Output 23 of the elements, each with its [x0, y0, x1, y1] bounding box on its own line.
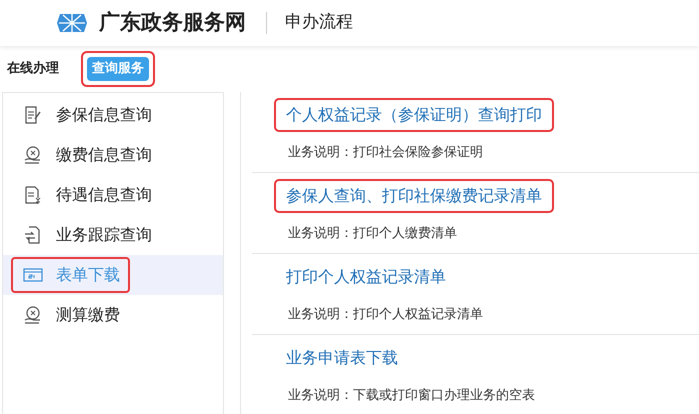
service-description: 业务说明：下载或打印窗口办理业务的空表 — [288, 387, 536, 405]
service-link[interactable]: 业务申请表下载 — [274, 341, 410, 375]
service-description: 业务说明：打印个人缴费清单 — [288, 225, 458, 243]
document-icon — [23, 105, 43, 125]
sidebar-item[interactable]: 待遇信息查询 — [3, 175, 223, 215]
sidebar-item[interactable]: 业务跟踪查询 — [3, 215, 223, 255]
section-label: 在线办理 — [7, 60, 59, 78]
document-icon — [23, 185, 43, 205]
sidebar-item[interactable]: 表单下载 — [3, 255, 223, 295]
logo-icon — [57, 12, 87, 34]
coin-hand-icon — [23, 305, 43, 325]
sidebar-item[interactable]: 测算缴费 — [3, 295, 223, 335]
page-title: 申办流程 — [285, 11, 353, 34]
service-link[interactable]: 个人权益记录（参保证明）查询打印 — [274, 98, 554, 132]
site-name: 广东政务服务网 — [99, 9, 246, 36]
service-link[interactable]: 打印个人权益记录清单 — [274, 260, 458, 294]
category-tag[interactable]: 查询服务 — [87, 57, 149, 81]
service-link[interactable]: 参保人查询、打印社保缴费记录清单 — [274, 179, 554, 213]
service-description: 业务说明：打印社会保险参保证明 — [288, 144, 484, 162]
sidebar-item[interactable]: 缴费信息查询 — [3, 135, 223, 175]
coin-hand-icon — [23, 145, 43, 165]
sidebar-item[interactable]: 参保信息查询 — [3, 95, 223, 135]
service-description: 业务说明：打印个人权益记录清单 — [288, 306, 484, 324]
